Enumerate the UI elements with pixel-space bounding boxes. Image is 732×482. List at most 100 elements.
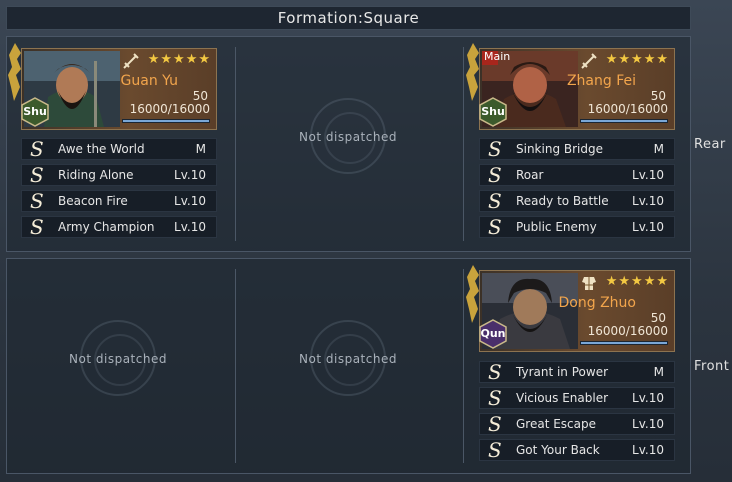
star-icon: ★ [147, 52, 160, 67]
skill-level: Lv.10 [632, 417, 664, 431]
skill-level: M [653, 365, 664, 379]
star-icon: ★ [631, 274, 643, 289]
front-row-label: Front [694, 359, 730, 374]
star-icon: ★ [618, 52, 631, 67]
skill-list-zhang-fei: S Sinking Bridge M S Roar Lv.10 S Ready … [479, 137, 675, 242]
star-rating: ★ ★ ★ ★ ★ [148, 53, 210, 67]
star-icon: ★ [656, 274, 668, 289]
not-dispatched-label: Not dispatched [299, 130, 397, 144]
column-divider [463, 269, 464, 463]
skill-row[interactable]: S Ready to Battle Lv.10 [479, 189, 675, 213]
column-divider [235, 269, 236, 463]
skill-row[interactable]: S Beacon Fire Lv.10 [21, 189, 217, 213]
skill-name: Riding Alone [58, 168, 134, 182]
skill-grade-icon: S [488, 438, 502, 462]
sword-icon [123, 53, 139, 69]
empty-slot-front-middle[interactable]: Not dispatched [248, 320, 448, 410]
skill-name: Ready to Battle [516, 194, 609, 208]
star-icon: ★ [643, 52, 656, 67]
troop-bar-fill [581, 120, 667, 122]
star-icon: ★ [605, 52, 618, 67]
not-dispatched-label: Not dispatched [299, 352, 397, 366]
star-icon: ★ [198, 52, 210, 67]
cost-emblem-icon [466, 265, 479, 323]
skill-row[interactable]: S Got Your Back Lv.10 [479, 438, 675, 462]
empty-slot-rear-middle[interactable]: Not dispatched [248, 98, 448, 188]
cost-emblem-icon [466, 43, 479, 101]
skill-name: Beacon Fire [58, 194, 128, 208]
skill-row[interactable]: S Riding Alone Lv.10 [21, 163, 217, 187]
skill-grade-icon: S [488, 163, 502, 187]
skill-name: Awe the World [58, 142, 145, 156]
skill-grade-icon: S [488, 360, 502, 384]
skill-level: M [195, 142, 206, 156]
general-level: 50 [650, 89, 666, 103]
not-dispatched-label: Not dispatched [69, 352, 167, 366]
troop-bar [580, 341, 668, 345]
skill-grade-icon: S [488, 215, 502, 239]
skill-row[interactable]: S Vicious Enabler Lv.10 [479, 386, 675, 410]
skill-row[interactable]: S Public Enemy Lv.10 [479, 215, 675, 239]
skill-row[interactable]: S Tyrant in Power M [479, 360, 675, 384]
column-divider [235, 47, 236, 241]
skill-level: Lv.10 [632, 391, 664, 405]
general-card-dong-zhuo[interactable]: Qun ★ ★ ★ ★ ★ Dong Zhuo 50 16000/16000 [466, 265, 675, 352]
empty-slot-front-left[interactable]: Not dispatched [18, 320, 218, 410]
star-rating: ★ ★ ★ ★ ★ [606, 53, 668, 67]
skill-grade-icon: S [488, 412, 502, 436]
faction-label: Qun [480, 327, 506, 340]
formation-title: Formation:Square [6, 6, 691, 30]
armor-icon [582, 277, 596, 290]
skill-row[interactable]: S Sinking Bridge M [479, 137, 675, 161]
skill-level: Lv.10 [632, 443, 664, 457]
star-icon: ★ [631, 52, 643, 67]
general-name: Dong Zhuo [558, 295, 636, 311]
skill-row[interactable]: S Roar Lv.10 [479, 163, 675, 187]
faction-label: Shu [23, 105, 47, 118]
faction-badge: Shu [20, 97, 50, 127]
skill-grade-icon: S [488, 189, 502, 213]
skill-name: Got Your Back [516, 443, 600, 457]
troop-bar-fill [581, 342, 667, 344]
star-icon: ★ [618, 274, 631, 289]
troop-bar [122, 119, 210, 123]
skill-level: Lv.10 [174, 168, 206, 182]
skill-level: Lv.10 [174, 194, 206, 208]
general-card-zhang-fei[interactable]: Main Shu ★ ★ ★ ★ ★ Zhang Fei 50 16000/16… [466, 43, 675, 130]
column-divider [463, 47, 464, 241]
star-icon: ★ [605, 274, 618, 289]
general-level: 50 [192, 89, 208, 103]
troop-bar [580, 119, 668, 123]
skill-row[interactable]: S Awe the World M [21, 137, 217, 161]
star-icon: ★ [185, 52, 198, 67]
skill-name: Tyrant in Power [516, 365, 609, 379]
cost-emblem-icon [8, 43, 21, 101]
skill-level: Lv.10 [632, 220, 664, 234]
star-icon: ★ [656, 52, 668, 67]
skill-list-dong-zhuo: S Tyrant in Power M S Vicious Enabler Lv… [479, 360, 675, 465]
troop-bar-fill [123, 120, 209, 122]
troop-count: 16000/16000 [587, 324, 668, 338]
skill-row[interactable]: S Great Escape Lv.10 [479, 412, 675, 436]
skill-row[interactable]: S Army Champion Lv.10 [21, 215, 217, 239]
skill-level: Lv.10 [632, 194, 664, 208]
faction-badge: Shu [478, 97, 508, 127]
star-icon: ★ [643, 274, 656, 289]
skill-grade-icon: S [488, 137, 502, 161]
skill-name: Roar [516, 168, 544, 182]
skill-name: Vicious Enabler [516, 391, 609, 405]
faction-label: Shu [481, 105, 505, 118]
skill-name: Public Enemy [516, 220, 597, 234]
main-general-label: Main [484, 50, 511, 63]
star-icon: ★ [160, 52, 173, 67]
general-level: 50 [650, 311, 666, 325]
faction-badge: Qun [478, 319, 508, 349]
skill-name: Sinking Bridge [516, 142, 603, 156]
general-name: Zhang Fei [566, 73, 636, 89]
skill-name: Great Escape [516, 417, 597, 431]
skill-grade-icon: S [30, 163, 44, 187]
star-icon: ★ [173, 52, 185, 67]
general-card-guan-yu[interactable]: Shu ★ ★ ★ ★ ★ Guan Yu 50 16000/16000 [8, 43, 217, 130]
sword-icon [581, 53, 597, 69]
skill-name: Army Champion [58, 220, 155, 234]
